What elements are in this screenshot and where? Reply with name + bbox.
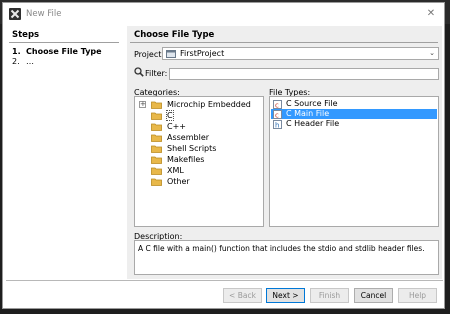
category-label: C++ [167, 122, 186, 131]
button-separator [6, 280, 443, 281]
step-item: 1. Choose File Type [12, 47, 102, 56]
content-panel: Choose File Type Project: FirstProject ⌄… [127, 26, 442, 279]
category-item-shell-scripts[interactable]: Shell Scripts [135, 143, 263, 154]
c-file-icon: c [273, 110, 282, 119]
back-button[interactable]: < Back [223, 288, 262, 303]
c-file-icon: c [273, 100, 282, 109]
category-item-cpp[interactable]: C++ [135, 121, 263, 132]
file-type-label: C Header File [286, 119, 340, 128]
step-number: 1. [12, 47, 21, 56]
steps-panel: Steps 1. Choose File Type 2. … [6, 26, 122, 279]
folder-icon [151, 156, 162, 164]
project-label: Project: [134, 50, 165, 59]
file-type-item-c-header[interactable]: h C Header File [271, 119, 437, 129]
folder-icon [151, 178, 162, 186]
search-icon [134, 67, 144, 77]
category-label: XML [167, 166, 184, 175]
expand-icon[interactable]: + [139, 101, 146, 108]
category-label: Other [167, 177, 190, 186]
step-label: Choose File Type [26, 47, 102, 56]
step-label: … [26, 57, 34, 66]
category-item-other[interactable]: Other [135, 176, 263, 187]
steps-divider [9, 42, 119, 43]
x-logo-icon [9, 8, 21, 20]
categories-tree[interactable]: + Microchip Embedded C C++ Assembler She… [134, 96, 264, 227]
svg-text:h: h [275, 122, 279, 130]
step-number: 2. [12, 57, 20, 66]
file-type-item-c-source[interactable]: c C Source File [271, 99, 437, 109]
project-icon [166, 50, 176, 58]
chevron-down-icon[interactable]: ⌄ [427, 49, 437, 58]
category-label: Shell Scripts [167, 144, 217, 153]
category-item-assembler[interactable]: Assembler [135, 132, 263, 143]
next-button[interactable]: Next > [266, 288, 305, 303]
svg-text:c: c [275, 102, 279, 110]
content-heading: Choose File Type [134, 30, 215, 40]
title-bar: New File ✕ [3, 3, 444, 25]
content-divider [130, 42, 438, 43]
category-item-xml[interactable]: XML [135, 165, 263, 176]
steps-heading: Steps [12, 30, 40, 40]
category-item-c[interactable]: C [135, 110, 263, 121]
file-type-label: C Source File [286, 99, 338, 108]
folder-icon [151, 101, 162, 109]
folder-icon [151, 145, 162, 153]
file-type-label: C Main File [286, 109, 330, 118]
category-label: C [166, 110, 174, 121]
finish-button[interactable]: Finish [310, 288, 349, 303]
step-item: 2. … [12, 57, 34, 66]
description-text: A C file with a main() function that inc… [138, 244, 425, 253]
cancel-button[interactable]: Cancel [354, 288, 393, 303]
category-item-microchip-embedded[interactable]: + Microchip Embedded [135, 99, 263, 110]
folder-icon [151, 112, 162, 120]
new-file-dialog: New File ✕ Steps 1. Choose File Type 2.… … [2, 2, 445, 309]
filter-input[interactable] [169, 68, 439, 80]
category-item-makefiles[interactable]: Makefiles [135, 154, 263, 165]
category-label: Assembler [167, 133, 210, 142]
help-button[interactable]: Help [398, 288, 437, 303]
file-types-list[interactable]: c C Source File c C Main File h C Header… [269, 96, 439, 227]
project-combobox[interactable]: FirstProject ⌄ [162, 47, 439, 60]
project-value: FirstProject [180, 49, 225, 58]
folder-icon [151, 134, 162, 142]
folder-icon [151, 123, 162, 131]
category-label: Microchip Embedded [167, 100, 251, 109]
svg-text:c: c [275, 112, 279, 120]
filter-label: Filter: [145, 69, 168, 78]
file-type-item-c-main[interactable]: c C Main File [271, 109, 437, 119]
window-title: New File [26, 9, 62, 19]
folder-icon [151, 167, 162, 175]
category-label: Makefiles [167, 155, 205, 164]
h-file-icon: h [273, 120, 282, 129]
close-button[interactable]: ✕ [424, 7, 438, 21]
description-box: A C file with a main() function that inc… [134, 240, 439, 275]
close-icon: ✕ [426, 8, 436, 19]
